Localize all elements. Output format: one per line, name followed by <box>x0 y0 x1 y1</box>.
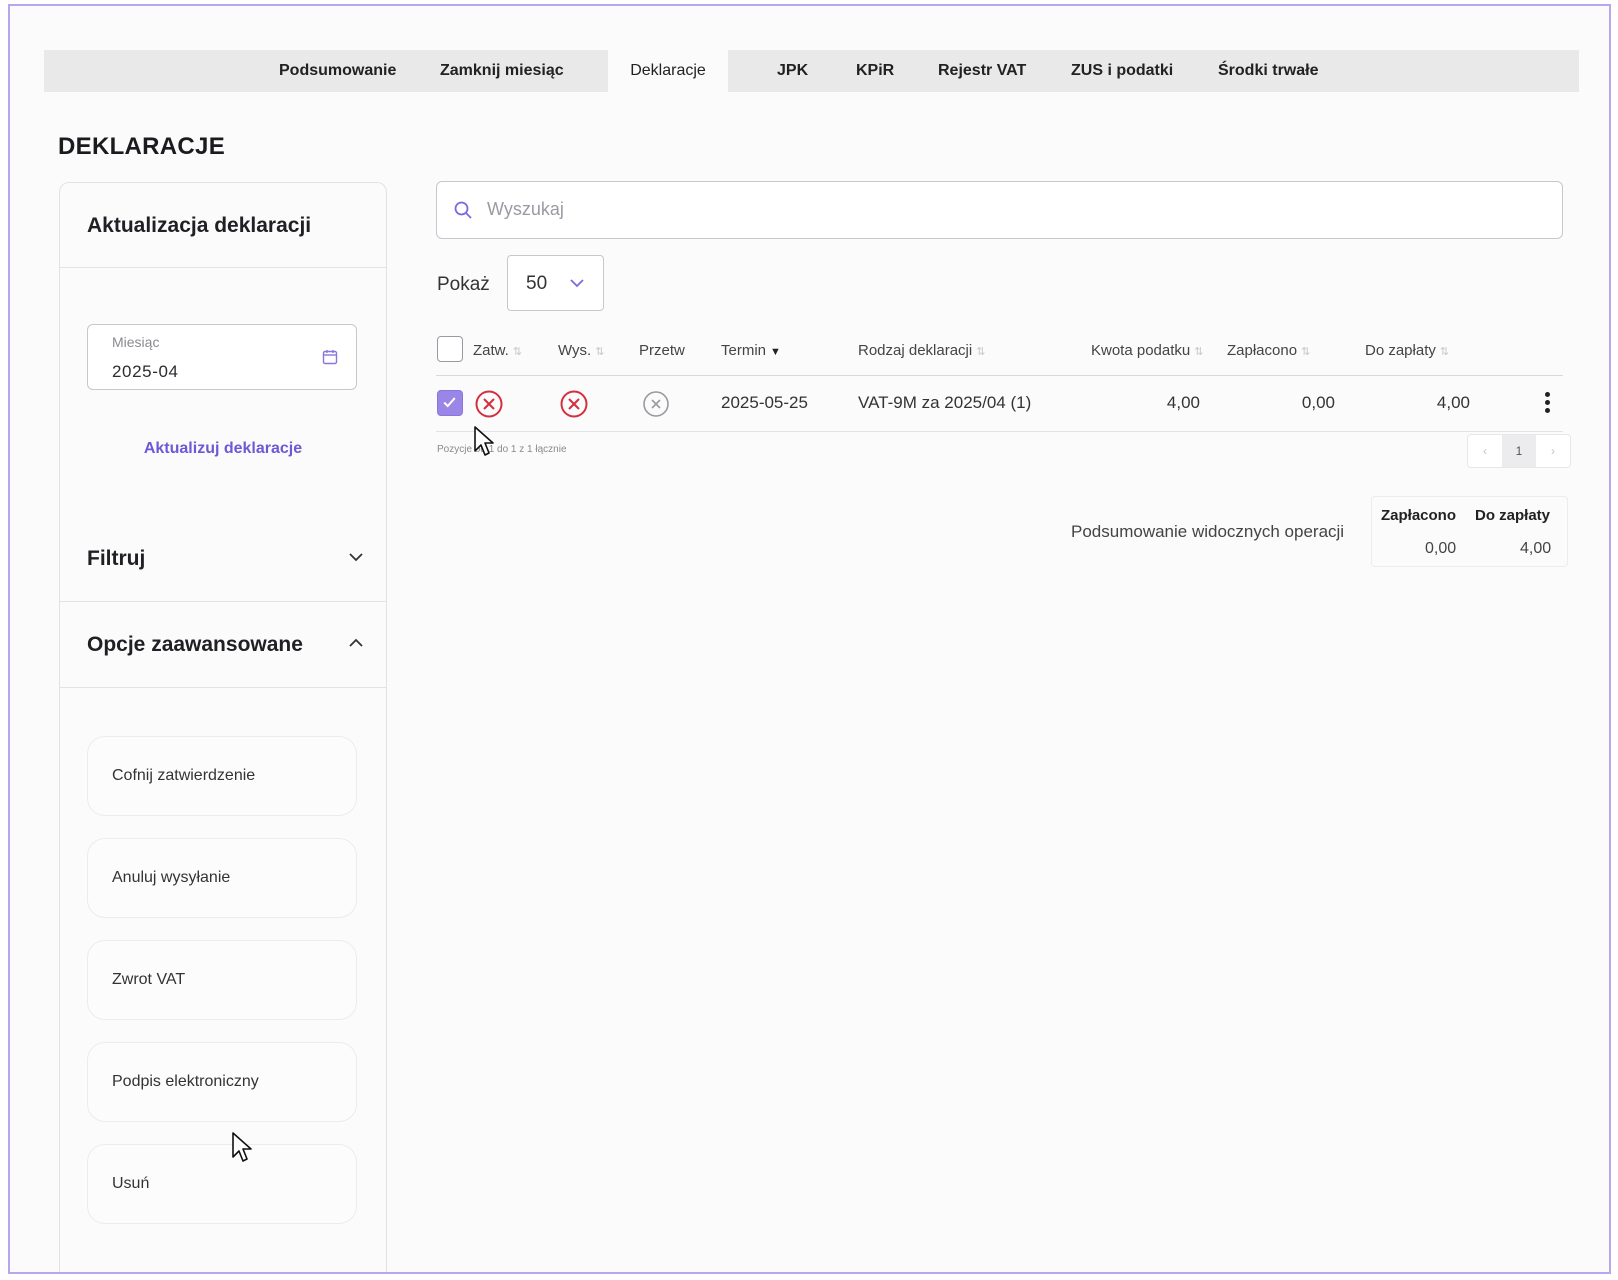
sort-icon: ⇅ <box>976 346 986 358</box>
summary-value-do-zaplaty: 4,00 <box>1520 540 1552 557</box>
row-do-zaplaty: 4,00 <box>1436 393 1470 412</box>
update-declarations-link[interactable]: Aktualizuj deklaracje <box>60 440 386 458</box>
pagination-next-button[interactable]: › <box>1536 435 1570 467</box>
tab-rejestr-vat[interactable]: Rejestr VAT <box>938 50 1026 92</box>
tab-kpir[interactable]: KPiR <box>856 50 894 92</box>
column-header-label: Zatw. <box>473 342 509 359</box>
calendar-icon[interactable] <box>322 349 338 365</box>
sort-icon: ⇅ <box>595 346 605 358</box>
update-section-title: Aktualizacja deklaracji <box>60 183 386 268</box>
header-divider <box>436 375 1563 376</box>
column-header-zatw[interactable]: Zatw. ⇅ <box>473 342 522 359</box>
row-checkbox[interactable] <box>437 390 463 416</box>
advanced-options-section[interactable]: Opcje zaawansowane <box>60 603 386 688</box>
column-header-label: Wys. <box>558 342 592 359</box>
column-header-wys[interactable]: Wys. ⇅ <box>558 342 604 359</box>
month-picker[interactable]: Miesiąc 2025-04 <box>87 324 357 390</box>
electronic-signature-button[interactable]: Podpis elektroniczny <box>87 1042 357 1122</box>
not-sent-icon[interactable] <box>559 389 589 419</box>
pagination-info: Pozycje od 1 do 1 z 1 łącznie <box>437 444 567 455</box>
filter-label: Filtruj <box>87 547 146 570</box>
chevron-down-icon <box>570 279 584 288</box>
search-box <box>436 181 1563 239</box>
chevron-up-icon[interactable] <box>348 635 364 651</box>
row-zaplacono: 0,00 <box>1301 393 1335 412</box>
summary-value-zaplacono: 0,00 <box>1425 540 1457 557</box>
tab-zus-i-podatki[interactable]: ZUS i podatki <box>1071 50 1173 92</box>
column-header-label: Przetw <box>639 342 685 359</box>
advanced-options-label: Opcje zaawansowane <box>87 633 303 656</box>
column-header-do-zaplaty[interactable]: Do zapłaty ⇅ <box>1365 342 1449 359</box>
summary-header-do-zaplaty: Do zapłaty <box>1475 507 1551 524</box>
column-header-zaplacono[interactable]: Zapłacono ⇅ <box>1227 342 1310 359</box>
column-header-przetw[interactable]: Przetw <box>639 342 685 359</box>
row-kwota-podatku: 4,00 <box>1166 393 1200 412</box>
pagination-prev-button[interactable]: ‹ <box>1468 435 1502 467</box>
sort-icon: ⇅ <box>1194 346 1204 358</box>
not-approved-icon[interactable] <box>474 389 504 419</box>
summary-header-zaplacono: Zapłacono <box>1381 507 1457 524</box>
column-header-label: Do zapłaty <box>1365 342 1436 359</box>
column-header-termin[interactable]: Termin ▼ <box>721 342 781 359</box>
chevron-down-icon[interactable] <box>348 549 364 565</box>
sort-icon: ⇅ <box>1439 346 1450 358</box>
vat-refund-button[interactable]: Zwrot VAT <box>87 940 357 1020</box>
column-header-rodzaj[interactable]: Rodzaj deklaracji ⇅ <box>858 342 985 359</box>
tab-jpk[interactable]: JPK <box>777 50 808 92</box>
column-header-kwota[interactable]: Kwota podatku ⇅ <box>1091 342 1203 359</box>
sort-icon: ⇅ <box>1301 346 1311 358</box>
month-value: 2025-04 <box>112 362 179 381</box>
page-size-label: Pokaż <box>437 274 490 295</box>
top-tab-bar: Podsumowanie Zamknij miesiąc Deklaracje … <box>44 50 1579 92</box>
undo-approval-button[interactable]: Cofnij zatwierdzenie <box>87 736 357 816</box>
cancel-sending-button[interactable]: Anuluj wysyłanie <box>87 838 357 918</box>
pagination-page-button[interactable]: 1 <box>1502 435 1536 467</box>
filter-section[interactable]: Filtruj <box>60 517 386 602</box>
sort-desc-icon: ▼ <box>770 346 781 358</box>
row-divider <box>436 431 1563 432</box>
sort-icon: ⇅ <box>512 346 523 358</box>
row-termin: 2025-05-25 <box>721 393 808 412</box>
row-rodzaj-deklaracji[interactable]: VAT-9M za 2025/04 (1) <box>858 393 1031 413</box>
tab-srodki-trwale[interactable]: Środki trwałe <box>1218 50 1318 92</box>
tab-deklaracje[interactable]: Deklaracje <box>608 50 728 92</box>
checkmark-icon <box>443 397 456 408</box>
tab-zamknij-miesiac[interactable]: Zamknij miesiąc <box>440 50 564 92</box>
tab-podsumowanie[interactable]: Podsumowanie <box>279 50 396 92</box>
search-icon <box>454 201 472 219</box>
summary-box: Zapłacono Do zapłaty 0,00 4,00 <box>1371 496 1568 567</box>
pagination: ‹ 1 › <box>1467 434 1571 468</box>
column-header-label: Zapłacono <box>1227 342 1298 359</box>
summary-label: Podsumowanie widocznych operacji <box>1071 522 1345 541</box>
sidebar-panel: Aktualizacja deklaracji Miesiąc 2025-04 … <box>59 182 387 1272</box>
not-processed-icon <box>643 391 669 417</box>
app-frame: Podsumowanie Zamknij miesiąc Deklaracje … <box>8 4 1611 1274</box>
page-title: DEKLARACJE <box>58 133 226 160</box>
search-input[interactable] <box>487 182 1537 237</box>
column-header-label: Termin <box>721 342 767 359</box>
column-header-label: Kwota podatku <box>1091 342 1191 359</box>
month-label: Miesiąc <box>112 334 160 350</box>
row-menu-icon[interactable] <box>1545 392 1551 414</box>
column-header-label: Rodzaj deklaracji <box>858 342 973 359</box>
select-all-checkbox[interactable] <box>437 336 463 362</box>
page-size-value: 50 <box>526 273 548 294</box>
delete-button[interactable]: Usuń <box>87 1144 357 1224</box>
page-size-select[interactable]: 50 <box>507 255 604 311</box>
